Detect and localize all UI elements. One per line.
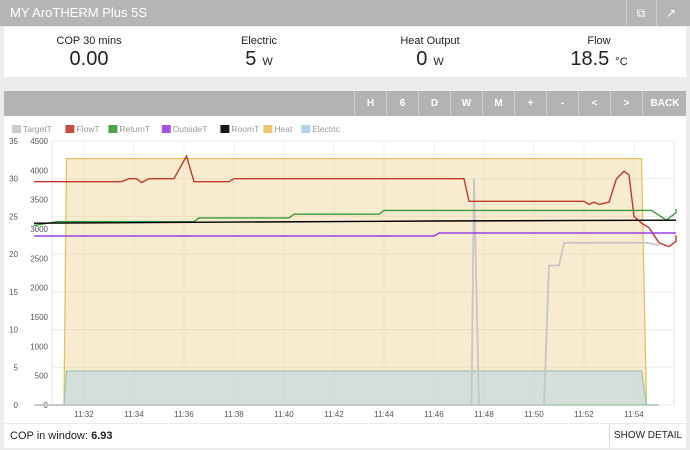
- y-power-tick-label: 2500: [30, 254, 48, 263]
- legend-swatch: [301, 125, 311, 133]
- x-tick-label: 11:54: [624, 410, 644, 419]
- stat-label: COP 30 mins: [56, 35, 122, 47]
- y-left-tick-label: 5: [14, 363, 19, 372]
- range-week-button[interactable]: W: [450, 91, 482, 116]
- legend-label: OutsideT: [173, 124, 208, 134]
- legend-swatch: [220, 125, 230, 133]
- y-power-tick-label: 1500: [30, 313, 48, 322]
- y-power-tick-label: 4000: [30, 166, 48, 175]
- external-edit-icon: ⧉: [636, 6, 646, 20]
- external-edit-button[interactable]: ⧉: [626, 0, 655, 26]
- power-temperature-chart: 35 30 25 20 15 10 5 0 4500 4000 3500 3000 2500 2000 15…: [9, 124, 677, 419]
- range-hour-button[interactable]: H: [354, 91, 386, 116]
- cop-window-value: 6.93: [91, 430, 113, 442]
- y-left-tick-label: 0: [14, 401, 19, 410]
- x-tick-label: 11:34: [124, 410, 144, 419]
- stat-label: Heat Output: [400, 35, 460, 47]
- zoom-in-button[interactable]: +: [514, 91, 546, 116]
- y-left-tick-label: 10: [9, 326, 18, 335]
- x-tick-label: 11:36: [174, 410, 194, 419]
- cop-window-label: COP in window:: [10, 430, 89, 442]
- legend-swatch: [263, 125, 273, 133]
- stat-unit: °C: [615, 56, 628, 68]
- y-left-tick-label: 20: [9, 250, 18, 259]
- legend-swatch: [65, 125, 75, 133]
- stat-value: 0: [416, 48, 428, 70]
- stat-cop: COP 30 mins 0.00: [4, 35, 174, 71]
- stat-unit: W: [433, 56, 444, 68]
- y-left-tick-label: 35: [9, 137, 18, 146]
- title-bar: MY AroTHERM Plus 5S ⧉ ↗: [0, 0, 690, 26]
- range-month-button[interactable]: M: [482, 91, 514, 116]
- x-tick-label: 11:50: [524, 410, 544, 419]
- legend-label: ReturnT: [119, 124, 150, 134]
- legend-label: Electric: [312, 124, 341, 134]
- stat-value: 0.00: [69, 48, 109, 70]
- pan-right-button[interactable]: >: [610, 91, 642, 116]
- legend-swatch: [161, 125, 171, 133]
- wrench-icon: ↗: [665, 6, 677, 20]
- series-electric-area: [34, 370, 659, 406]
- legend-label: Heat: [274, 124, 293, 134]
- stat-value: 5: [245, 48, 257, 70]
- x-tick-label: 11:38: [224, 410, 244, 419]
- x-tick-label: 11:48: [474, 410, 494, 419]
- legend-swatch: [108, 125, 118, 133]
- pan-left-button[interactable]: <: [578, 91, 610, 116]
- x-tick-label: 11:44: [374, 410, 394, 419]
- range-day-button[interactable]: D: [418, 91, 450, 116]
- stat-heat-output: Heat Output 0W: [345, 35, 515, 71]
- chart-area: 35 30 25 20 15 10 5 0 4500 4000 3500 3000 2500 2000 15…: [4, 116, 686, 423]
- x-tick-label: 11:40: [274, 410, 294, 419]
- legend-label: RoomT: [231, 124, 259, 134]
- y-power-tick-label: 1000: [30, 342, 48, 351]
- stat-label: Electric: [240, 35, 278, 47]
- stat-label: Flow: [587, 35, 611, 47]
- x-tick-label: 11:32: [74, 410, 94, 419]
- stats-panel: COP 30 mins 0.00 Electric 5W Heat Output…: [4, 27, 686, 77]
- x-tick-label: 11:46: [424, 410, 444, 419]
- y-power-tick-label: 4500: [30, 137, 48, 146]
- x-tick-label: 11:52: [574, 410, 594, 419]
- y-left-tick-label: 25: [9, 212, 18, 221]
- footer-bar: COP in window: 6.93 SHOW DETAIL: [4, 424, 686, 448]
- stat-value: 18.5: [570, 48, 610, 70]
- y-power-tick-label: 500: [35, 372, 49, 381]
- stat-unit: W: [262, 56, 273, 68]
- show-detail-button[interactable]: SHOW DETAIL: [609, 424, 686, 448]
- legend-label: FlowT: [76, 124, 99, 134]
- range-6h-button[interactable]: 6: [386, 91, 418, 116]
- cop-window: COP in window: 6.93: [10, 430, 113, 442]
- time-toolbar: H 6 D W M + - < > BACK: [4, 91, 686, 116]
- y-left-tick-label: 15: [9, 288, 18, 297]
- y-power-tick-label: 3500: [30, 196, 48, 205]
- config-button[interactable]: ↗: [656, 0, 685, 26]
- y-power-tick-label: 2000: [30, 284, 48, 293]
- app-title: MY AroTHERM Plus 5S: [10, 5, 148, 20]
- legend-label: TargetT: [23, 124, 52, 134]
- back-button[interactable]: BACK: [642, 91, 687, 116]
- stat-electric: Electric 5W: [174, 35, 344, 71]
- y-left-tick-label: 30: [9, 175, 18, 184]
- y-power-tick-label: 3000: [30, 225, 48, 234]
- zoom-out-button[interactable]: -: [546, 91, 578, 116]
- x-tick-label: 11:42: [324, 410, 344, 419]
- stat-flow: Flow 18.5 °C: [514, 35, 684, 71]
- series-heat-area: [34, 157, 659, 406]
- legend-swatch: [12, 125, 21, 133]
